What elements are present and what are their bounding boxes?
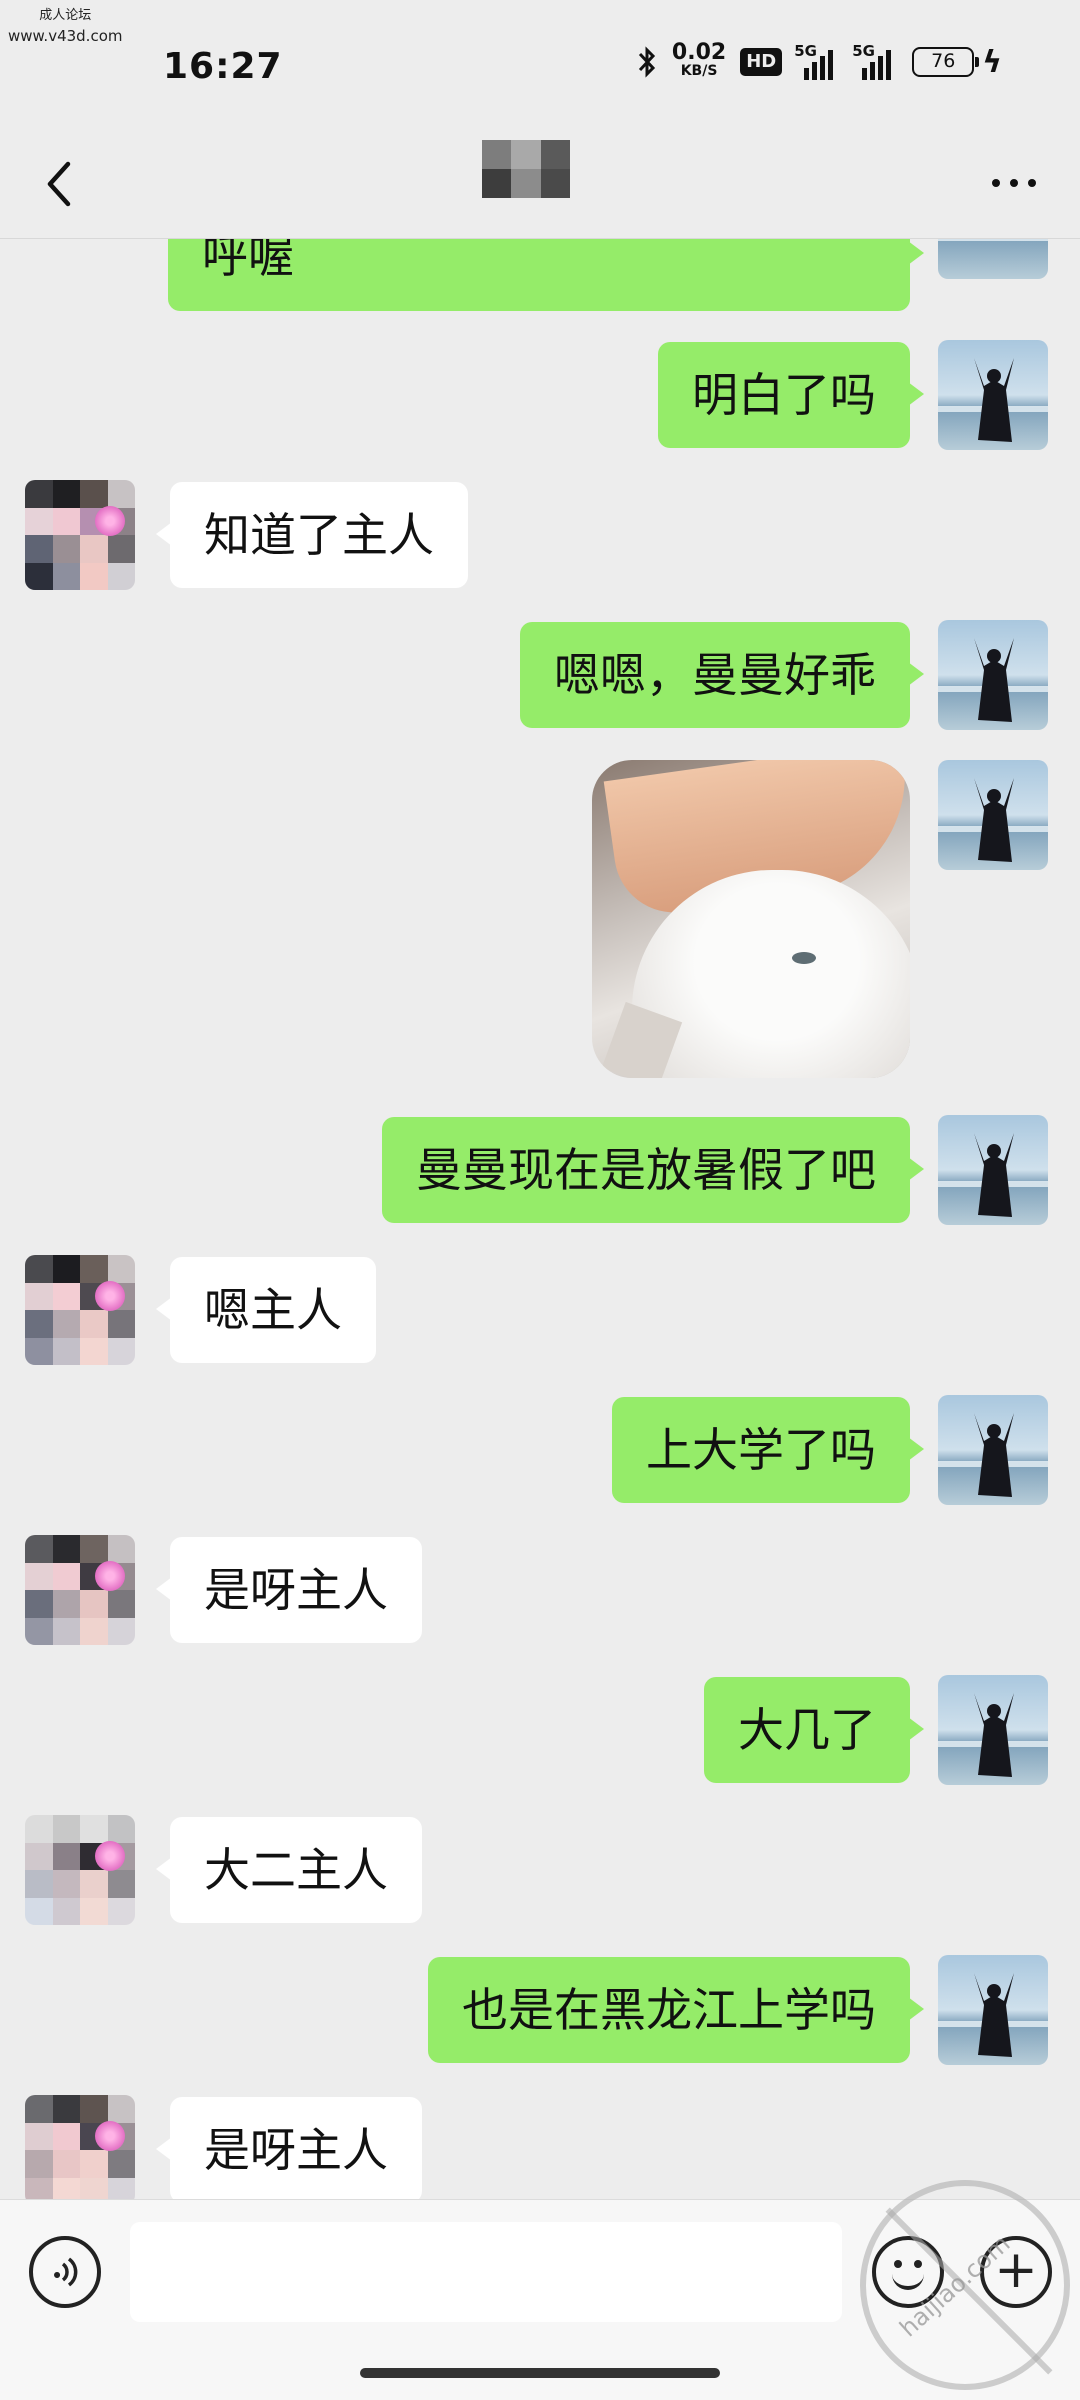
message-bubble[interactable]: 上大学了吗 [612,1397,924,1503]
message-self: 大几了 [0,1675,1080,1785]
self-avatar[interactable] [938,1115,1048,1225]
watermark-stamp: haijiao.com [860,2180,1070,2390]
message-self: 明白了吗 [0,340,1080,450]
chat-screen: 成人论坛 www.v43d.com 16:27 0.02 KB/S HD 5G … [0,0,1080,2400]
network-speed-unit: KB/S [680,63,718,79]
message-text: 大二主人 [204,1843,388,1897]
contact-avatar[interactable] [25,1535,135,1645]
self-avatar[interactable] [938,1395,1048,1505]
message-text: 呼喔 [202,239,294,283]
message-input[interactable] [130,2222,842,2322]
signal-1-label: 5G [794,42,817,60]
network-speed: 0.02 KB/S [671,40,727,80]
chevron-left-icon[interactable] [38,152,88,212]
watermark-stamp-text: haijiao.com [894,2229,1016,2343]
more-dots-icon[interactable] [984,168,1044,198]
self-avatar[interactable] [938,239,1048,279]
contact-avatar[interactable] [25,480,135,590]
message-bubble[interactable]: 嗯主人 [156,1257,376,1363]
message-bubble[interactable]: 也是在黑龙江上学吗 [428,1957,924,2063]
message-text: 曼曼现在是放暑假了吧 [416,1143,876,1197]
message-text: 是呀主人 [204,1563,388,1617]
message-other: 大二主人 [0,1815,1080,1925]
self-avatar[interactable] [938,1675,1048,1785]
message-bubble[interactable]: 大几了 [704,1677,924,1783]
message-text: 也是在黑龙江上学吗 [462,1983,876,2037]
hd-badge: HD [740,48,783,76]
nav-bar [0,130,1080,238]
contact-avatar[interactable] [25,1255,135,1365]
network-speed-value: 0.02 [671,40,727,65]
message-other: 知道了主人 [0,480,1080,590]
voice-icon[interactable] [29,2236,101,2308]
contact-avatar[interactable] [25,1815,135,1925]
message-text: 嗯主人 [204,1283,342,1337]
message-bubble[interactable]: 大二主人 [156,1817,422,1923]
message-text: 明白了吗 [692,368,876,422]
charging-icon: ϟ [982,44,1002,80]
message-text: 上大学了吗 [646,1423,876,1477]
message-bubble[interactable]: 是呀主人 [156,2097,422,2199]
battery-level: 76 [931,50,956,72]
home-indicator[interactable] [360,2368,720,2378]
status-bar: 16:27 0.02 KB/S HD 5G 5G 76 ϟ [0,0,1080,130]
message-list[interactable]: 呼喔 明白了吗 知道了主人 嗯嗯，曼曼好乖 曼曼现在是放暑假了吧 嗯主人 上大学… [0,239,1080,2199]
self-avatar[interactable] [938,620,1048,730]
message-self: 嗯嗯，曼曼好乖 [0,620,1080,730]
status-time: 16:27 [163,46,283,87]
bluetooth-icon [638,46,655,78]
message-text: 大几了 [738,1703,876,1757]
message-text: 知道了主人 [204,508,434,562]
sticker-image[interactable] [592,760,910,1078]
message-bubble[interactable]: 知道了主人 [156,482,468,588]
message-self: 曼曼现在是放暑假了吧 [0,1115,1080,1225]
signal-icon-1: 5G [794,42,840,80]
contact-name-blurred [482,140,570,198]
self-avatar[interactable] [938,760,1048,870]
message-bubble[interactable]: 是呀主人 [156,1537,422,1643]
status-icons: 0.02 KB/S HD 5G 5G 76 ϟ [636,40,1002,80]
message-self: 也是在黑龙江上学吗 [0,1955,1080,2065]
message-self: 呼喔 [0,239,1080,311]
contact-avatar[interactable] [25,2095,135,2199]
message-self: 上大学了吗 [0,1395,1080,1505]
message-other: 是呀主人 [0,2095,1080,2199]
message-bubble[interactable]: 明白了吗 [658,342,924,448]
battery-icon: 76 [912,47,980,77]
signal-2-label: 5G [852,42,875,60]
self-avatar[interactable] [938,340,1048,450]
message-other: 嗯主人 [0,1255,1080,1365]
message-other: 是呀主人 [0,1535,1080,1645]
message-text: 嗯嗯，曼曼好乖 [554,648,876,702]
message-self-image [0,760,1080,1080]
signal-icon-2: 5G [852,42,898,80]
message-bubble[interactable]: 嗯嗯，曼曼好乖 [520,622,924,728]
message-text: 是呀主人 [204,2123,388,2177]
message-bubble[interactable]: 呼喔 [168,239,924,311]
message-bubble[interactable]: 曼曼现在是放暑假了吧 [382,1117,924,1223]
self-avatar[interactable] [938,1955,1048,2065]
